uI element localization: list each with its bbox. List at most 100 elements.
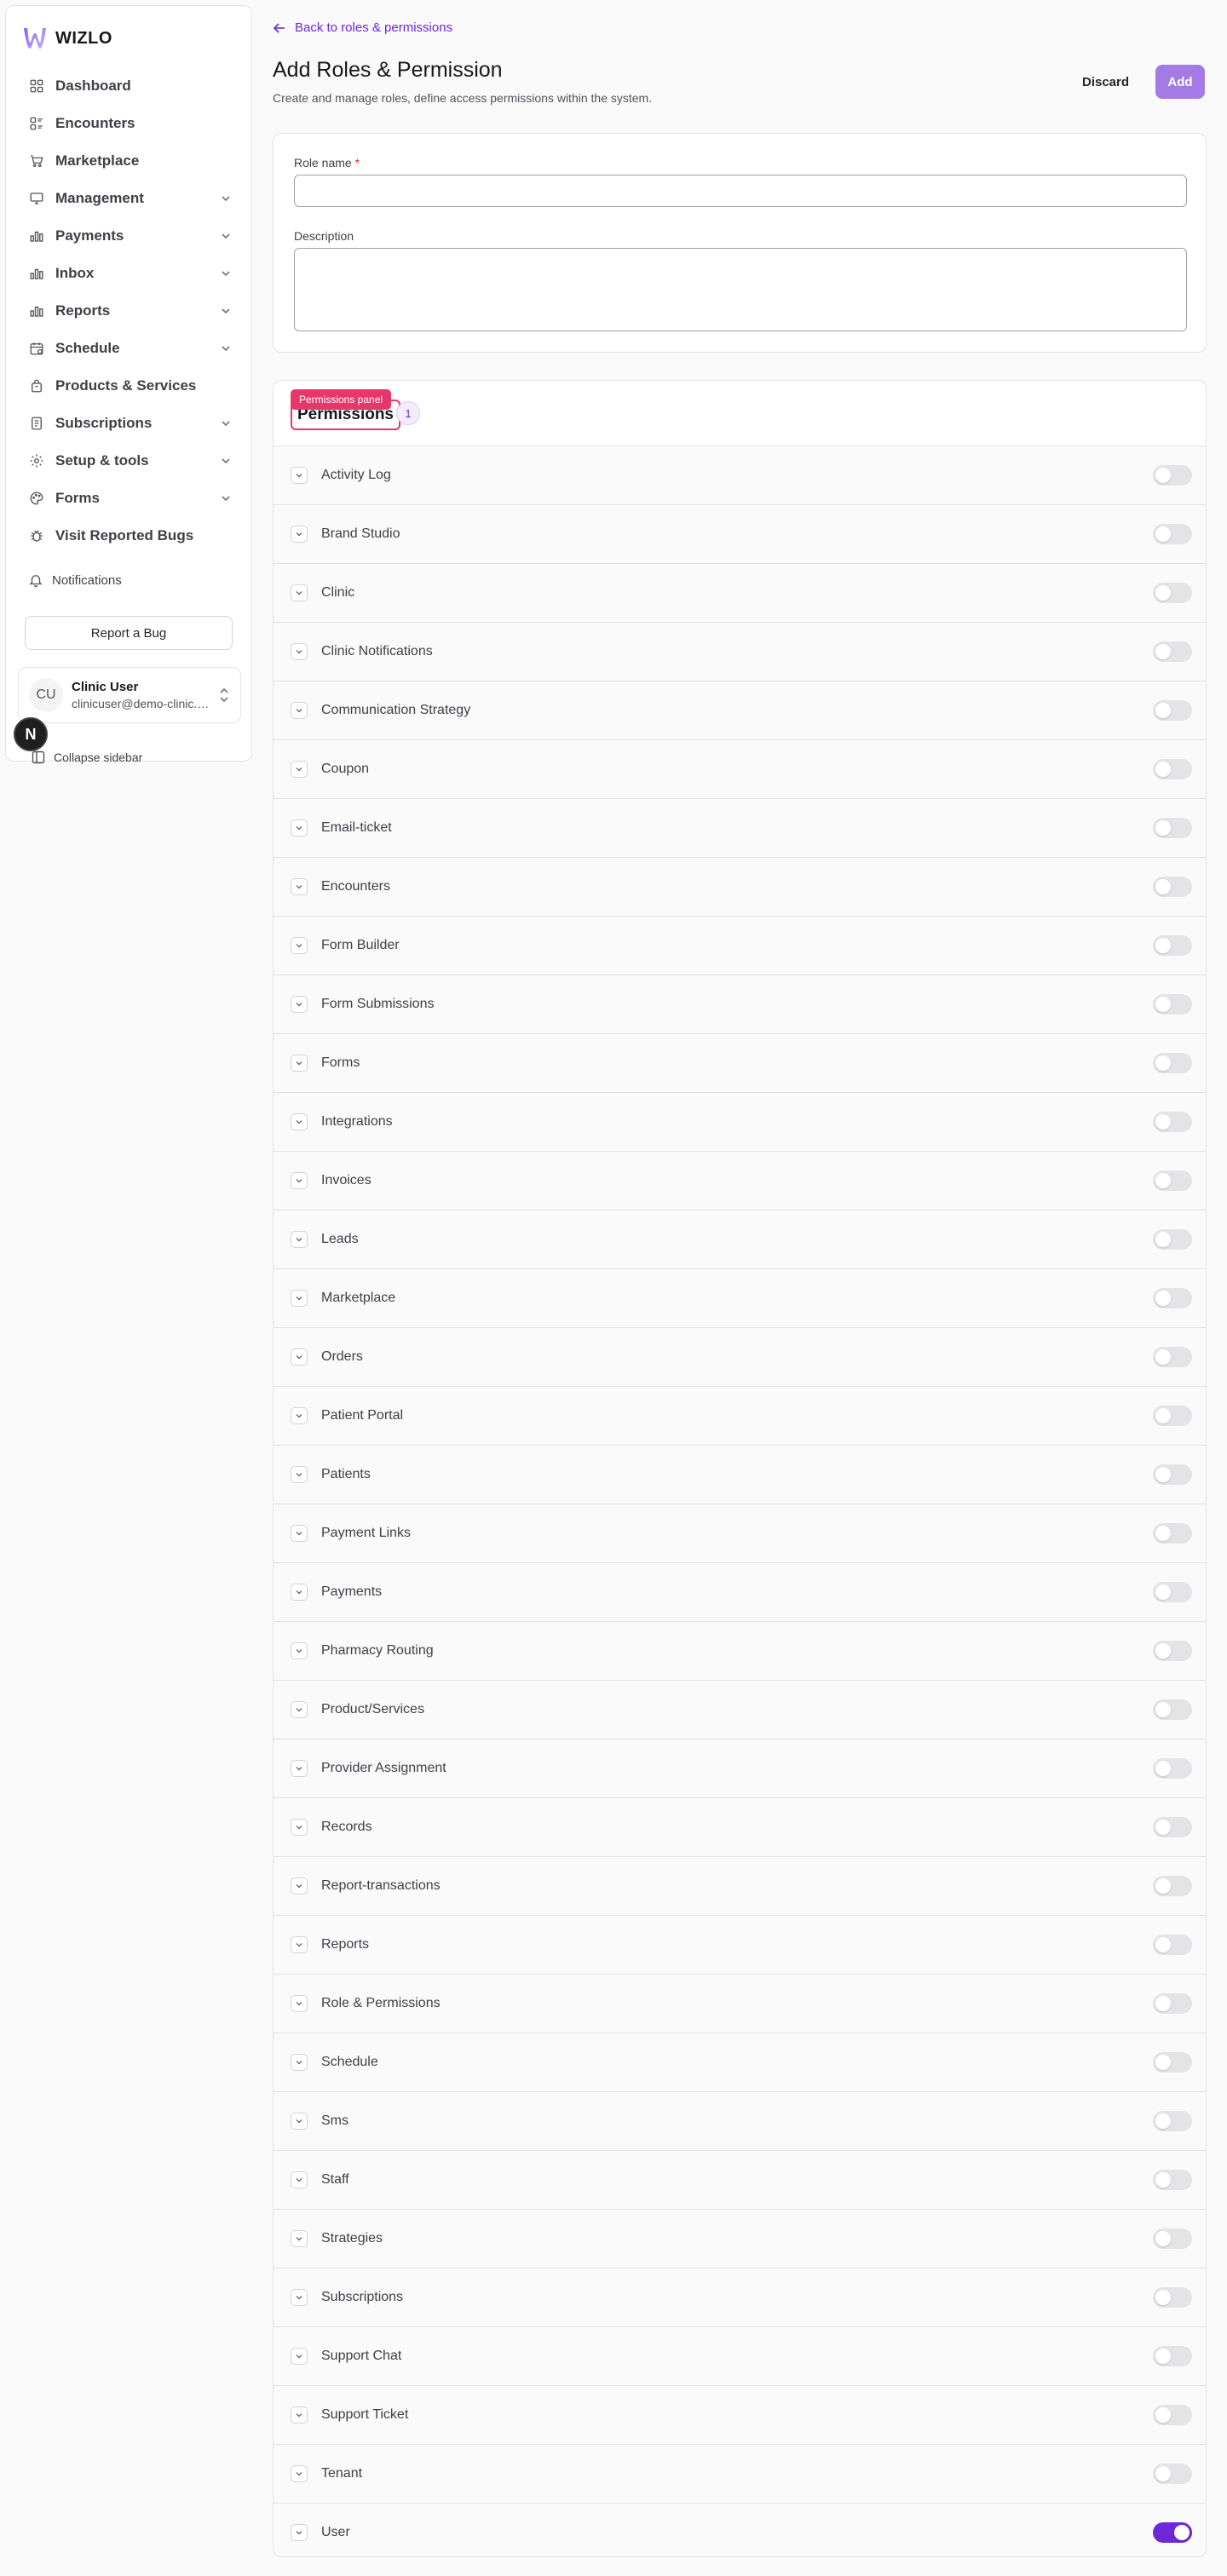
expand-chevron-icon[interactable] (291, 2524, 308, 2541)
expand-chevron-icon[interactable] (291, 1466, 308, 1483)
expand-chevron-icon[interactable] (291, 1995, 308, 2012)
expand-chevron-icon[interactable] (291, 2171, 308, 2188)
sidebar-item-schedule[interactable]: Schedule (6, 330, 251, 367)
permission-toggle[interactable] (1153, 1406, 1192, 1426)
sidebar-item-inbox[interactable]: Inbox (6, 255, 251, 292)
description-label: Description (294, 229, 354, 243)
permission-toggle[interactable] (1153, 1170, 1192, 1191)
expand-chevron-icon[interactable] (291, 1584, 308, 1601)
expand-chevron-icon[interactable] (291, 996, 308, 1013)
permission-toggle[interactable] (1153, 641, 1192, 662)
sidebar-item-encounters[interactable]: Encounters (6, 105, 251, 142)
expand-chevron-icon[interactable] (291, 1113, 308, 1130)
expand-chevron-icon[interactable] (291, 2289, 308, 2306)
expand-chevron-icon[interactable] (291, 1701, 308, 1718)
permission-toggle[interactable] (1153, 583, 1192, 603)
sidebar-item-setup-and-tools[interactable]: Setup & tools (6, 442, 251, 480)
sidebar-item-subscriptions[interactable]: Subscriptions (6, 405, 251, 442)
permission-toggle[interactable] (1153, 1229, 1192, 1250)
sidebar-item-label: Forms (55, 490, 100, 506)
expand-chevron-icon[interactable] (291, 2230, 308, 2247)
expand-chevron-icon[interactable] (291, 2465, 308, 2482)
permission-toggle[interactable] (1153, 2346, 1192, 2366)
expand-chevron-icon[interactable] (291, 1819, 308, 1836)
permission-toggle[interactable] (1153, 1112, 1192, 1132)
report-bug-button[interactable]: Report a Bug (25, 616, 233, 650)
permission-toggle[interactable] (1153, 1053, 1192, 1073)
permission-toggle[interactable] (1153, 2405, 1192, 2425)
permission-toggle[interactable] (1153, 700, 1192, 721)
permission-toggle[interactable] (1153, 524, 1192, 544)
sidebar-item-management[interactable]: Management (6, 180, 251, 217)
expand-chevron-icon[interactable] (291, 1760, 308, 1777)
permission-toggle[interactable] (1153, 1699, 1192, 1720)
sidebar-item-dashboard[interactable]: Dashboard (6, 67, 251, 105)
permission-toggle[interactable] (1153, 1288, 1192, 1308)
permission-toggle[interactable] (1153, 994, 1192, 1015)
sidebar-item-label: Marketplace (55, 152, 140, 169)
expand-chevron-icon[interactable] (291, 643, 308, 660)
expand-chevron-icon[interactable] (291, 1172, 308, 1189)
add-button[interactable]: Add (1155, 65, 1205, 99)
expand-chevron-icon[interactable] (291, 526, 308, 543)
permission-toggle[interactable] (1153, 1641, 1192, 1661)
permission-toggle[interactable] (1153, 1347, 1192, 1367)
sidebar-item-marketplace[interactable]: Marketplace (6, 142, 251, 180)
back-to-roles-link[interactable]: Back to roles & permissions (273, 20, 452, 35)
discard-button[interactable]: Discard (1070, 65, 1141, 99)
permission-toggle[interactable] (1153, 2170, 1192, 2190)
sidebar-item-visit-reported-bugs[interactable]: Visit Reported Bugs (6, 517, 251, 555)
sidebar-item-forms[interactable]: Forms (6, 480, 251, 517)
permission-toggle[interactable] (1153, 877, 1192, 897)
notifications-link[interactable]: Notifications (28, 572, 122, 588)
permission-toggle[interactable] (1153, 1523, 1192, 1544)
expand-chevron-icon[interactable] (291, 1231, 308, 1248)
expand-chevron-icon[interactable] (291, 584, 308, 601)
expand-chevron-icon[interactable] (291, 702, 308, 719)
permission-label: Form Submissions (321, 997, 435, 1011)
expand-chevron-icon[interactable] (291, 1407, 308, 1424)
permission-toggle[interactable] (1153, 2052, 1192, 2073)
role-name-input[interactable] (294, 175, 1187, 207)
expand-chevron-icon[interactable] (291, 2054, 308, 2071)
permission-toggle[interactable] (1153, 465, 1192, 486)
expand-chevron-icon[interactable] (291, 467, 308, 484)
sidebar-item-products-and-services[interactable]: Products & Services (6, 367, 251, 405)
expand-chevron-icon[interactable] (291, 1936, 308, 1953)
permission-toggle[interactable] (1153, 935, 1192, 956)
user-menu[interactable]: CU Clinic User clinicuser@demo-clinic.co… (18, 667, 241, 723)
expand-chevron-icon[interactable] (291, 2406, 308, 2424)
permission-toggle[interactable] (1153, 1935, 1192, 1955)
sidebar-item-payments[interactable]: Payments (6, 217, 251, 255)
expand-chevron-icon[interactable] (291, 937, 308, 954)
permission-toggle[interactable] (1153, 818, 1192, 838)
permission-toggle[interactable] (1153, 759, 1192, 779)
permission-toggle[interactable] (1153, 1582, 1192, 1602)
expand-chevron-icon[interactable] (291, 878, 308, 895)
expand-chevron-icon[interactable] (291, 819, 308, 837)
permission-toggle[interactable] (1153, 2111, 1192, 2131)
dev-tools-badge[interactable]: N (14, 717, 48, 751)
expand-chevron-icon[interactable] (291, 2113, 308, 2130)
permission-toggle[interactable] (1153, 2287, 1192, 2308)
permission-toggle[interactable] (1153, 2464, 1192, 2484)
permission-toggle[interactable] (1153, 2522, 1192, 2543)
expand-chevron-icon[interactable] (291, 1290, 308, 1307)
permission-toggle[interactable] (1153, 1876, 1192, 1896)
permission-toggle[interactable] (1153, 2228, 1192, 2249)
permission-toggle[interactable] (1153, 1817, 1192, 1837)
expand-chevron-icon[interactable] (291, 1642, 308, 1659)
description-textarea[interactable] (294, 248, 1187, 331)
collapse-sidebar-button[interactable]: Collapse sidebar (32, 750, 142, 764)
expand-chevron-icon[interactable] (291, 1525, 308, 1542)
sidebar-item-reports[interactable]: Reports (6, 292, 251, 330)
expand-chevron-icon[interactable] (291, 761, 308, 778)
expand-chevron-icon[interactable] (291, 1055, 308, 1072)
logo[interactable]: WIZLO (21, 23, 112, 54)
permission-toggle[interactable] (1153, 1464, 1192, 1485)
expand-chevron-icon[interactable] (291, 1348, 308, 1366)
expand-chevron-icon[interactable] (291, 1877, 308, 1895)
permission-toggle[interactable] (1153, 1993, 1192, 2014)
expand-chevron-icon[interactable] (291, 2348, 308, 2365)
permission-toggle[interactable] (1153, 1758, 1192, 1779)
